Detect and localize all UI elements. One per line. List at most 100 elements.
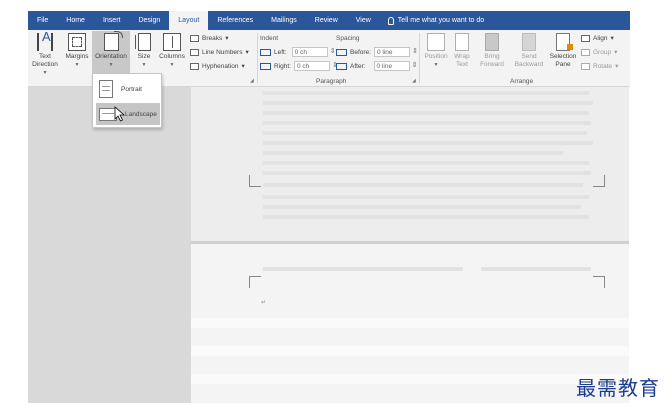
spacing-before-icon xyxy=(336,48,347,56)
orientation-option-landscape[interactable]: Landscape xyxy=(96,103,160,125)
align-icon xyxy=(581,34,590,42)
text-line xyxy=(481,267,591,271)
tab-mailings[interactable]: Mailings xyxy=(262,11,306,30)
text-band xyxy=(191,374,629,384)
chevron-down-icon: ▼ xyxy=(169,62,175,68)
paragraph-mark-icon: ↵ xyxy=(261,300,267,306)
align-label: Align xyxy=(593,34,608,42)
breaks-button[interactable]: Breaks ▾ xyxy=(190,34,229,42)
position-label: Position xyxy=(424,53,448,60)
tab-references[interactable]: References xyxy=(208,11,262,30)
margins-button[interactable]: Margins ▼ xyxy=(63,33,91,69)
document-page-2[interactable]: ↵ xyxy=(191,244,629,403)
canvas-background xyxy=(28,87,191,403)
selection-pane-label: Selection Pane xyxy=(549,53,577,68)
group-button[interactable]: Group ▾ xyxy=(581,48,617,56)
tab-review[interactable]: Review xyxy=(306,11,347,30)
send-backward-button[interactable]: Send Backward xyxy=(511,33,547,69)
chevron-down-icon: ▼ xyxy=(433,62,439,68)
indent-right-field[interactable]: Right: 0 ch xyxy=(260,61,338,71)
align-button[interactable]: Align ▾ xyxy=(581,34,614,42)
chevron-down-icon: ▼ xyxy=(108,62,114,68)
chevron-down-icon: ▾ xyxy=(615,63,619,70)
indent-left-field[interactable]: Left: 0 ch xyxy=(260,47,336,57)
text-line xyxy=(263,195,589,199)
breaks-label: Breaks xyxy=(202,34,223,42)
hyphenation-button[interactable]: Hyphenation ▾ xyxy=(190,62,245,70)
spacing-before-field[interactable]: Before: 0 line xyxy=(336,47,418,57)
spacing-after-label: After: xyxy=(350,62,366,70)
text-line xyxy=(263,161,589,165)
text-line xyxy=(263,171,591,175)
orientation-menu: Portrait Landscape xyxy=(92,73,162,128)
selection-pane-icon xyxy=(556,33,573,51)
columns-label: Columns xyxy=(159,53,185,60)
orientation-label: Orientation xyxy=(95,53,127,60)
text-line xyxy=(263,183,583,187)
landscape-label: Landscape xyxy=(125,110,157,118)
tab-layout[interactable]: Layout xyxy=(169,11,209,30)
indent-left-input[interactable]: 0 ch xyxy=(291,47,336,57)
paragraph-launcher-icon[interactable]: ◢ xyxy=(412,78,416,84)
mouse-pointer-icon xyxy=(114,106,126,122)
text-line xyxy=(263,151,563,155)
spacing-after-input[interactable]: 0 line xyxy=(373,61,418,71)
crop-mark xyxy=(593,276,605,288)
indent-left-icon xyxy=(260,48,271,56)
indent-label: Indent xyxy=(260,35,279,42)
text-line xyxy=(263,91,589,95)
watermark-logo: 最需教育 xyxy=(576,376,660,400)
size-label: Size xyxy=(137,53,151,60)
indent-right-icon xyxy=(260,62,271,70)
tab-view[interactable]: View xyxy=(347,11,380,30)
position-button[interactable]: Position ▼ xyxy=(422,33,450,69)
tab-home[interactable]: Home xyxy=(57,11,94,30)
tab-insert[interactable]: Insert xyxy=(94,11,130,30)
margins-label: Margins xyxy=(65,53,89,60)
spacing-after-icon xyxy=(336,62,347,70)
chevron-down-icon: ▼ xyxy=(42,70,48,76)
crop-mark xyxy=(249,175,261,187)
margins-icon xyxy=(68,33,86,51)
line-numbers-label: Line Numbers xyxy=(202,48,243,56)
tell-me-box[interactable]: Tell me what you want to do xyxy=(387,11,484,30)
columns-button[interactable]: Columns ▼ xyxy=(157,33,187,69)
rotate-button[interactable]: Rotate ▾ xyxy=(581,62,618,70)
chevron-down-icon: ▾ xyxy=(241,63,245,70)
tab-design[interactable]: Design xyxy=(129,11,169,30)
line-numbers-button[interactable]: Line Numbers ▾ xyxy=(190,48,249,56)
columns-icon xyxy=(163,33,181,51)
page-setup-launcher-icon[interactable]: ◢ xyxy=(250,78,254,84)
group-label: Group xyxy=(593,48,612,56)
wrap-text-button[interactable]: Wrap Text xyxy=(451,33,473,69)
indent-right-input[interactable]: 0 ch xyxy=(293,61,338,71)
size-icon xyxy=(134,33,151,51)
size-button[interactable]: Size ▼ xyxy=(132,33,156,69)
orientation-option-portrait[interactable]: Portrait xyxy=(96,78,160,100)
hyphenation-icon xyxy=(190,62,199,70)
document-page-1[interactable] xyxy=(191,87,629,241)
spacing-label: Spacing xyxy=(336,35,360,42)
text-line xyxy=(263,215,589,219)
arrange-group-label: Arrange xyxy=(510,78,534,85)
spacing-before-input[interactable]: 0 line xyxy=(373,47,418,57)
orientation-button[interactable]: Orientation ▼ xyxy=(92,31,130,75)
indent-right-label: Right: xyxy=(274,62,291,70)
text-line xyxy=(263,141,593,145)
spacing-after-field[interactable]: After: 0 line xyxy=(336,61,418,71)
spacing-before-label: Before: xyxy=(350,48,371,56)
chevron-down-icon: ▾ xyxy=(610,35,614,42)
text-direction-button[interactable]: Text Direction ▼ xyxy=(30,33,60,77)
group-separator xyxy=(257,33,258,83)
crop-mark xyxy=(593,175,605,187)
bring-forward-button[interactable]: Bring Forward xyxy=(475,33,509,69)
rotate-label: Rotate xyxy=(593,62,613,70)
chevron-down-icon: ▾ xyxy=(225,35,229,42)
wrap-text-label: Wrap Text xyxy=(454,53,470,68)
wrap-text-icon xyxy=(455,33,469,51)
send-backward-icon xyxy=(522,33,536,51)
tab-file[interactable]: File xyxy=(28,11,57,30)
position-icon xyxy=(427,33,445,51)
selection-pane-button[interactable]: Selection Pane xyxy=(548,33,578,69)
portrait-page-icon xyxy=(99,80,113,98)
